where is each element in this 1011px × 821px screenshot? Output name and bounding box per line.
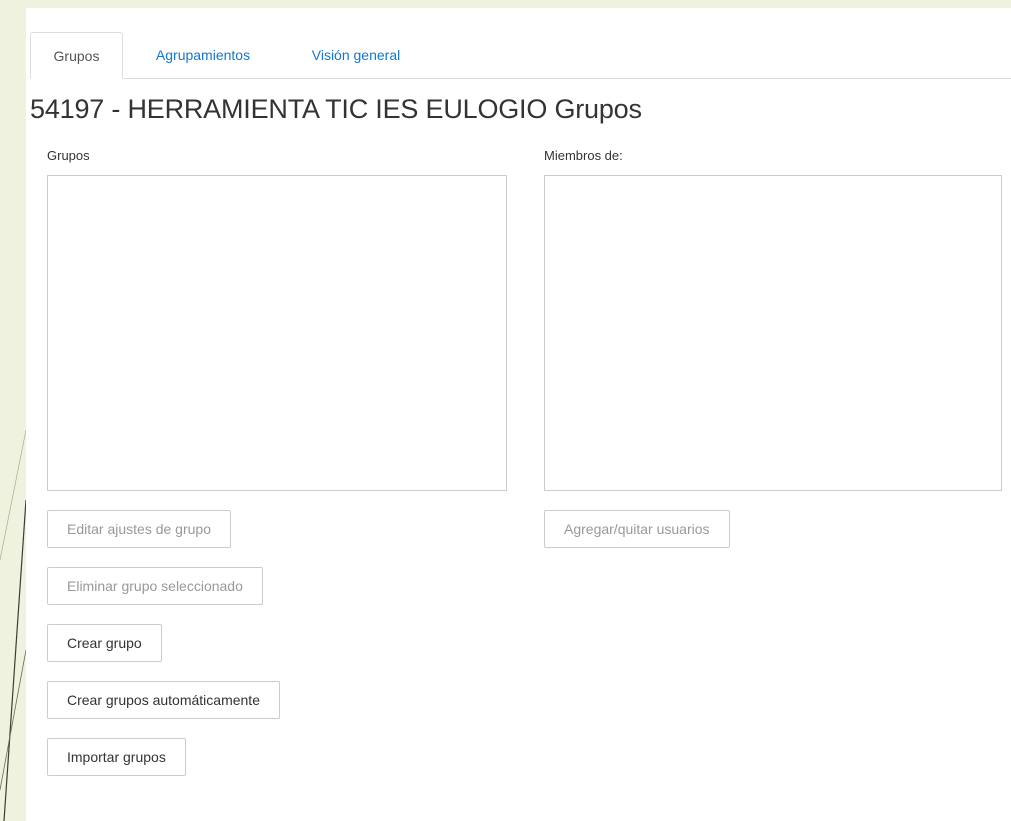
add-remove-users-button[interactable]: Agregar/quitar usuarios: [544, 510, 730, 548]
page-title: 54197 - HERRAMIENTA TIC IES EULOGIO Grup…: [30, 94, 642, 124]
page-content: Grupos Agrupamientos Visión general 5419…: [26, 8, 1011, 821]
tab-groupings[interactable]: Agrupamientos: [135, 32, 271, 78]
members-label: Miembros de:: [544, 148, 623, 163]
groups-label: Grupos: [47, 148, 90, 163]
tab-groups[interactable]: Grupos: [30, 32, 123, 79]
tab-overview[interactable]: Visión general: [286, 32, 426, 78]
auto-create-groups-button[interactable]: Crear grupos automáticamente: [47, 681, 280, 719]
import-groups-button[interactable]: Importar grupos: [47, 738, 186, 776]
members-listbox[interactable]: [544, 175, 1002, 491]
delete-selected-group-button[interactable]: Eliminar grupo seleccionado: [47, 567, 263, 605]
create-group-button[interactable]: Crear grupo: [47, 624, 162, 662]
tab-bar: Grupos Agrupamientos Visión general: [30, 32, 1011, 79]
edit-group-settings-button[interactable]: Editar ajustes de grupo: [47, 510, 231, 548]
groups-listbox[interactable]: [47, 175, 507, 491]
